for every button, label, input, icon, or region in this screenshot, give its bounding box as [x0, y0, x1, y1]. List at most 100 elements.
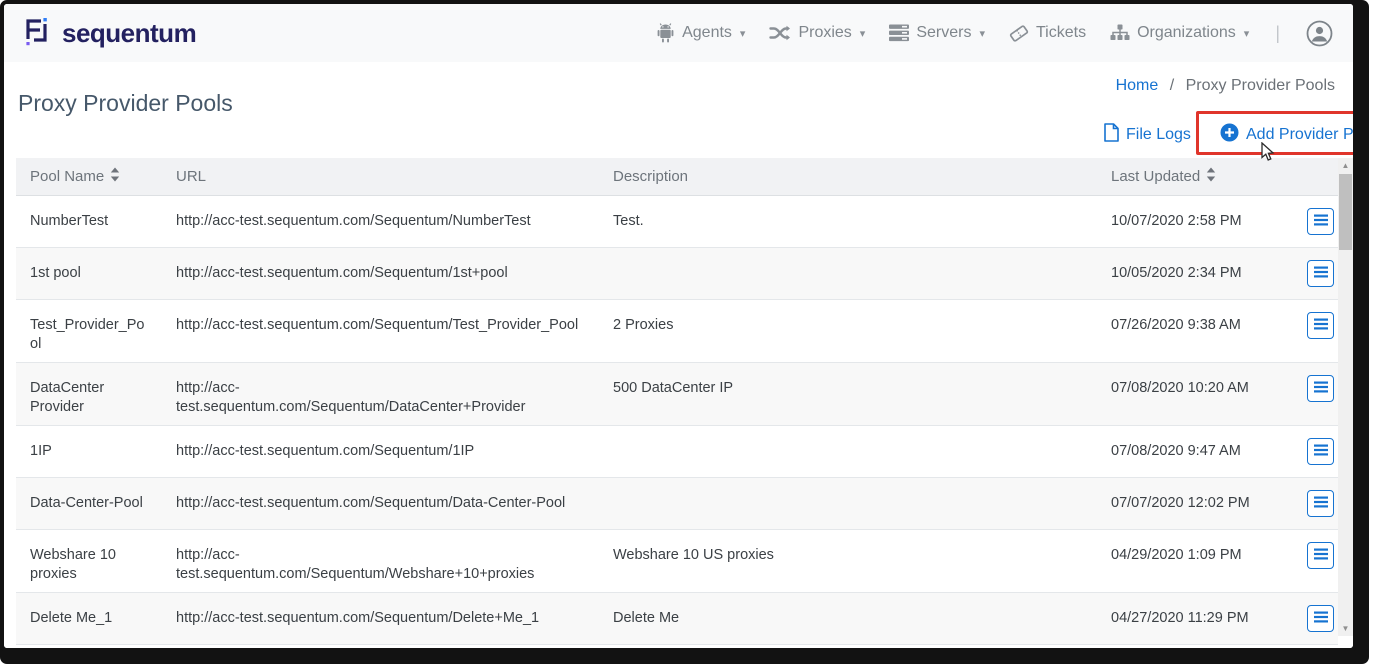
table-body: NumberTest http://acc-test.sequentum.com…	[16, 196, 1338, 652]
file-icon	[1104, 123, 1119, 147]
cell-last-updated: 04/27/2020 11:29 PM	[1097, 593, 1293, 644]
chevron-down-icon: ▾	[740, 27, 746, 40]
sort-icon[interactable]	[110, 167, 120, 186]
cell-actions	[1293, 530, 1338, 592]
row-menu-button[interactable]	[1307, 208, 1334, 235]
cell-url: http://acc-test.sequentum.com/Sequentum/…	[162, 196, 599, 247]
page-title: Proxy Provider Pools	[18, 90, 233, 117]
column-header-pool-name[interactable]: Pool Name	[16, 167, 162, 186]
cell-url: http://acc-test.sequentum.com/Sequentum/…	[162, 593, 599, 644]
table-row[interactable]: NumberTest http://acc-test.sequentum.com…	[16, 196, 1338, 248]
hamburger-menu-icon	[1314, 611, 1328, 626]
cell-last-updated: 10/07/2020 2:58 PM	[1097, 196, 1293, 247]
scrollbar-up-arrow[interactable]: ▲	[1338, 158, 1353, 173]
hamburger-menu-icon	[1314, 444, 1328, 459]
breadcrumb: Home / Proxy Provider Pools	[1116, 77, 1335, 95]
brand-logo[interactable]: sequentum	[20, 14, 196, 52]
plus-circle-icon	[1220, 123, 1239, 147]
hamburger-menu-icon	[1314, 496, 1328, 511]
table-row[interactable]: 1IP http://acc-test.sequentum.com/Sequen…	[16, 426, 1338, 478]
cell-actions	[1293, 363, 1338, 425]
table-scrollbar[interactable]: ▲ ▼	[1338, 158, 1353, 636]
sort-icon[interactable]	[1206, 167, 1216, 186]
cell-last-updated: 10/05/2020 2:34 PM	[1097, 248, 1293, 299]
row-menu-button[interactable]	[1307, 375, 1334, 402]
cell-pool-name: Delete Me_1	[16, 593, 162, 644]
cell-pool-name: Data-Center-Pool	[16, 478, 162, 529]
cell-pool-name: 1st pool	[16, 248, 162, 299]
cell-pool-name: Webshare 10 proxies	[16, 530, 162, 592]
nav-proxies-label: Proxies	[798, 24, 851, 42]
cell-description	[599, 426, 1097, 477]
user-menu-button[interactable]	[1306, 20, 1333, 47]
cell-actions	[1293, 300, 1338, 362]
cell-pool-name: Test_Provider_Pool	[16, 300, 162, 362]
file-logs-button[interactable]: File Logs	[1104, 123, 1191, 147]
ticket-icon	[1009, 24, 1029, 43]
table-row[interactable]: Delete Me_1 http://acc-test.sequentum.co…	[16, 593, 1338, 645]
row-menu-button[interactable]	[1307, 438, 1334, 465]
column-header-last-updated[interactable]: Last Updated	[1097, 167, 1293, 186]
cell-description: 500 DataCenter IP	[599, 363, 1097, 425]
breadcrumb-separator: /	[1170, 77, 1174, 94]
nav-agents[interactable]: Agents ▾	[656, 23, 745, 43]
row-menu-button[interactable]	[1307, 605, 1334, 632]
cell-last-updated: 07/08/2020 10:20 AM	[1097, 363, 1293, 425]
cell-actions	[1293, 248, 1338, 299]
nav-tickets-label: Tickets	[1036, 24, 1086, 42]
sequentum-logo-icon	[20, 14, 53, 52]
cell-pool-name: NumberTest	[16, 196, 162, 247]
shuffle-icon	[769, 24, 791, 42]
table-row[interactable]: Data-Center-Pool http://acc-test.sequent…	[16, 478, 1338, 530]
cell-description	[599, 645, 1097, 652]
cell-last-updated: 07/08/2020 9:47 AM	[1097, 426, 1293, 477]
table-row[interactable]: 1st pool http://acc-test.sequentum.com/S…	[16, 248, 1338, 300]
row-menu-button[interactable]	[1307, 542, 1334, 569]
cell-actions	[1293, 426, 1338, 477]
cell-url: http://acc-test.sequentum.com/Sequentum/…	[162, 300, 599, 362]
column-header-description: Description	[599, 168, 1097, 185]
cell-url: http://acc-test.sequentum.com/Sequentum/…	[162, 248, 599, 299]
mouse-cursor-icon	[1258, 142, 1276, 167]
cell-description: Delete Me	[599, 593, 1097, 644]
user-circle-icon	[1306, 20, 1333, 47]
cell-description: Test.	[599, 196, 1097, 247]
row-menu-button[interactable]	[1307, 312, 1334, 339]
cell-actions	[1293, 593, 1338, 644]
scrollbar-thumb[interactable]	[1339, 174, 1352, 250]
row-menu-button[interactable]	[1307, 490, 1334, 517]
cell-pool-name	[16, 645, 162, 652]
table-row[interactable]: Test_Provider_Pool http://acc-test.seque…	[16, 300, 1338, 363]
nav-organizations[interactable]: Organizations ▾	[1110, 24, 1249, 43]
app-window: sequentum Agents	[0, 0, 1357, 652]
page: sequentum Agents	[4, 4, 1353, 648]
cell-description: 2 Proxies	[599, 300, 1097, 362]
cell-last-updated: 07/07/2020 12:02 PM	[1097, 478, 1293, 529]
row-menu-button[interactable]	[1307, 260, 1334, 287]
nav-proxies[interactable]: Proxies ▾	[769, 24, 865, 42]
scrollbar-down-arrow[interactable]: ▼	[1338, 621, 1353, 636]
column-header-url: URL	[162, 168, 599, 185]
table-row[interactable]	[16, 645, 1338, 652]
column-header-actions	[1293, 171, 1338, 183]
nav-organizations-label: Organizations	[1137, 24, 1236, 42]
cell-description	[599, 248, 1097, 299]
nav-servers[interactable]: Servers ▾	[889, 24, 985, 42]
nav-tickets[interactable]: Tickets	[1009, 24, 1086, 43]
cell-url: http://acc-test.sequentum.com/Sequentum/…	[162, 426, 599, 477]
hamburger-menu-icon	[1314, 381, 1328, 396]
add-provider-pool-button[interactable]: Add Provider Pool	[1220, 123, 1357, 147]
hamburger-menu-icon	[1314, 318, 1328, 333]
table-header-row: Pool Name URL Description Last Updated	[16, 158, 1338, 196]
cell-last-updated: 04/29/2020 1:09 PM	[1097, 530, 1293, 592]
table-row[interactable]: DataCenter Provider http://acc-test.sequ…	[16, 363, 1338, 426]
cell-actions	[1293, 196, 1338, 247]
cell-actions	[1293, 645, 1338, 652]
android-icon	[656, 23, 675, 43]
cell-url: http://acc-test.sequentum.com/Sequentum/…	[162, 478, 599, 529]
breadcrumb-home-link[interactable]: Home	[1116, 77, 1159, 94]
servers-icon	[889, 24, 909, 42]
main-nav: Agents ▾ Proxies ▾	[656, 20, 1333, 47]
table-row[interactable]: Webshare 10 proxies http://acc-test.sequ…	[16, 530, 1338, 593]
chevron-down-icon: ▾	[1244, 27, 1250, 40]
